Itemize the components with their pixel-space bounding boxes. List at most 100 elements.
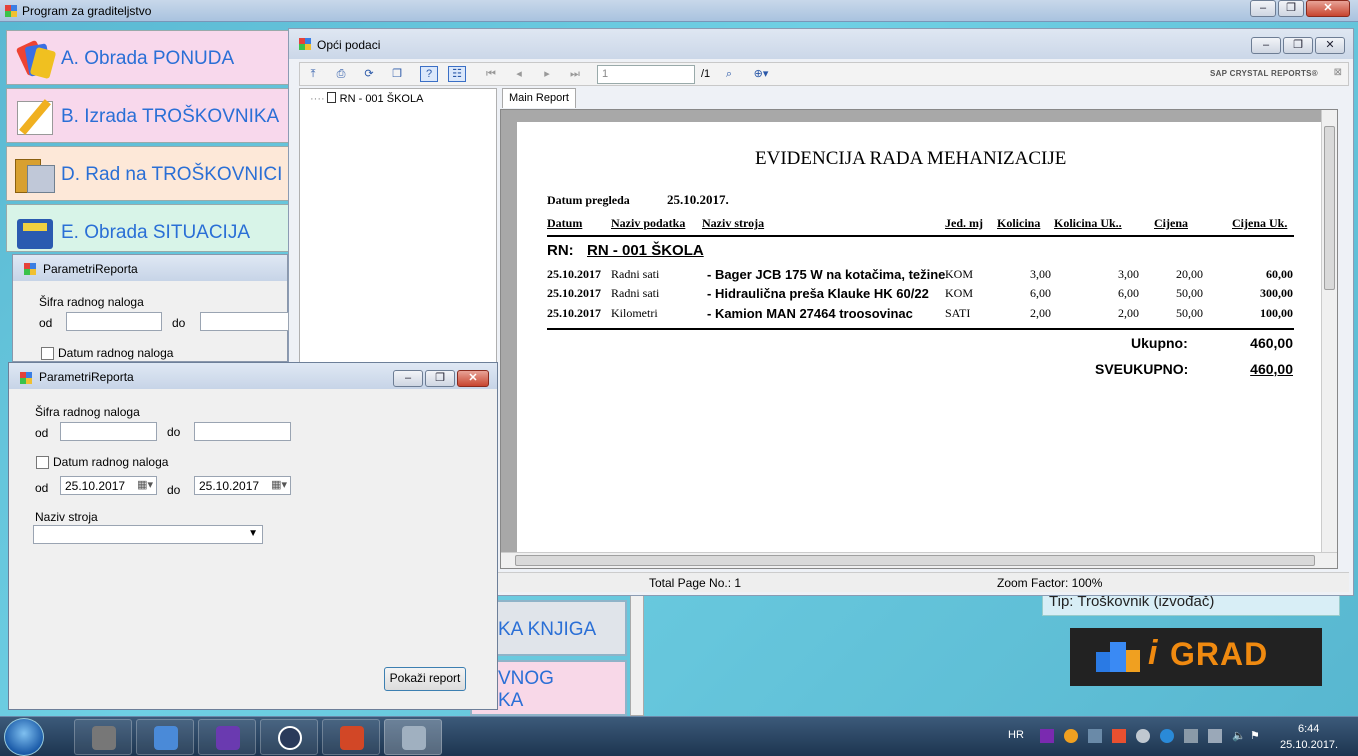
- close-tab-icon[interactable]: ⊠: [1334, 67, 1342, 78]
- datum-checkbox[interactable]: [41, 347, 54, 360]
- maximize-button[interactable]: ❐: [425, 370, 455, 387]
- menu-label: D. Rad na TROŠKOVNICI: [61, 164, 283, 185]
- folders-icon: [13, 153, 57, 197]
- sifra-do-input[interactable]: [194, 422, 291, 441]
- calendar-dropdown-icon[interactable]: ▦▾: [271, 478, 287, 491]
- naziv-stroja-select[interactable]: ▼: [33, 525, 263, 544]
- taskbar-app-6[interactable]: [384, 719, 442, 755]
- close-button[interactable]: ✕: [457, 370, 489, 387]
- col-datum: Datum: [547, 216, 583, 230]
- calculator-icon: [13, 211, 57, 255]
- prev-page-icon[interactable]: ◂: [510, 66, 528, 82]
- horizontal-scrollbar[interactable]: [501, 552, 1337, 568]
- page-total: /1: [701, 68, 711, 80]
- taskbar-visual-studio[interactable]: [198, 719, 256, 755]
- menu-label: VNOG: [498, 668, 554, 689]
- sveukupno-label: SVEUKUPNO:: [1095, 361, 1189, 377]
- do-label: do: [172, 316, 186, 330]
- last-page-icon[interactable]: ⏭: [566, 66, 584, 82]
- report-toolbar: ⤒ ⎙ ⟳ ❐ ? ☷ ⏮ ◂ ▸ ⏭ 1 /1 ⌕ ⊕▾ SAP CRYSTA…: [299, 62, 1349, 86]
- menu-label: E. Obrada SITUACIJA: [61, 222, 251, 243]
- close-button[interactable]: ✕: [1315, 37, 1345, 54]
- first-page-icon[interactable]: ⏮: [482, 66, 500, 82]
- binoculars-icon[interactable]: ⌕: [720, 66, 738, 82]
- clock-time[interactable]: 6:44: [1298, 723, 1319, 735]
- sifra-label: Šifra radnog naloga: [35, 405, 140, 419]
- help-icon[interactable]: ?: [420, 66, 438, 82]
- date-from-picker[interactable]: 25.10.2017 ▦▾: [60, 476, 157, 495]
- maximize-button[interactable]: ❐: [1283, 37, 1313, 54]
- tray-icon[interactable]: [1064, 729, 1078, 743]
- skype-icon[interactable]: [1160, 729, 1174, 743]
- menu-tile-troskovnik[interactable]: B. Izrada TROŠKOVNIKA: [6, 88, 290, 143]
- logo-i: i: [1148, 634, 1158, 672]
- param-window-back: ParametriReporta Šifra radnog naloga od …: [12, 254, 289, 362]
- cell-datum: 25.10.2017: [547, 306, 601, 320]
- language-indicator[interactable]: HR: [1008, 729, 1024, 741]
- scroll-thumb[interactable]: [1324, 126, 1335, 290]
- datum-checkbox[interactable]: [36, 456, 49, 469]
- vertical-scrollbar[interactable]: [1321, 110, 1337, 554]
- report-page: EVIDENCIJA RADA MEHANIZACIJE Datum pregl…: [517, 122, 1325, 554]
- network-icon[interactable]: [1208, 729, 1222, 743]
- close-button[interactable]: ✕: [1306, 0, 1350, 17]
- logo-text: GRAD: [1170, 636, 1269, 672]
- sifra-od-input[interactable]: [60, 422, 157, 441]
- minimize-button[interactable]: –: [1251, 37, 1281, 54]
- tray-icon[interactable]: [1184, 729, 1198, 743]
- group-tree-icon[interactable]: ☷: [448, 66, 466, 82]
- clock-date[interactable]: 25.10.2017.: [1280, 739, 1338, 751]
- sifra-od-input[interactable]: [66, 312, 162, 331]
- main-window-title: Program za graditeljstvo: [22, 4, 152, 18]
- date-to-picker[interactable]: 25.10.2017 ▦▾: [194, 476, 291, 495]
- cell-podatak: Radni sati: [611, 286, 660, 300]
- cell-jm: KOM: [945, 267, 974, 281]
- minimize-button[interactable]: –: [393, 370, 423, 387]
- cell-kol-uk: 6,00: [1118, 286, 1139, 300]
- scroll-thumb[interactable]: [515, 555, 1315, 566]
- taskbar-app-1[interactable]: [74, 719, 132, 755]
- onenote-icon[interactable]: [1040, 729, 1054, 743]
- copy-icon[interactable]: ❐: [388, 66, 406, 82]
- cell-stroj: - Kamion MAN 27464 troosovinac: [707, 306, 913, 321]
- taskbar-powerpoint[interactable]: [322, 719, 380, 755]
- menu-tile-ponuda[interactable]: A. Obrada PONUDA: [6, 30, 290, 85]
- print-icon[interactable]: ⎙: [332, 66, 350, 82]
- status-total-pages: Total Page No.: 1: [649, 576, 742, 590]
- col-jed-mj: Jed. mj: [945, 216, 983, 230]
- app-icon: [402, 726, 426, 750]
- maximize-button[interactable]: ❐: [1278, 0, 1304, 17]
- start-button[interactable]: [4, 718, 44, 756]
- refresh-icon[interactable]: ⟳: [360, 66, 378, 82]
- volume-icon[interactable]: 🔈: [1232, 729, 1246, 742]
- taskbar-app-4[interactable]: [260, 719, 318, 755]
- tiles-scrollbar[interactable]: [630, 590, 644, 716]
- sifra-do-input[interactable]: [200, 312, 289, 331]
- visual-studio-icon: [216, 726, 240, 750]
- tray-icon[interactable]: [1136, 729, 1150, 743]
- taskbar-app-2[interactable]: [136, 719, 194, 755]
- menu-tile-rad-troskovnici[interactable]: D. Rad na TROŠKOVNICI: [6, 146, 290, 201]
- cell-datum: 25.10.2017: [547, 286, 601, 300]
- param-title: ParametriReporta: [39, 370, 134, 384]
- ukupno-label: Ukupno:: [1131, 335, 1188, 351]
- export-icon[interactable]: ⤒: [304, 66, 322, 82]
- main-window-titlebar: Program za graditeljstvo – ❐ ✕: [0, 0, 1358, 22]
- tree-node[interactable]: ···· RN - 001 ŠKOLA: [310, 92, 423, 105]
- next-page-icon[interactable]: ▸: [538, 66, 556, 82]
- tray-icon[interactable]: [1112, 729, 1126, 743]
- tab-main-report[interactable]: Main Report: [502, 88, 576, 108]
- minimize-button[interactable]: –: [1250, 0, 1276, 17]
- naziv-stroja-label: Naziv stroja: [35, 510, 98, 524]
- flag-icon[interactable]: ⚑: [1250, 729, 1260, 742]
- cell-cijena-uk: 60,00: [1266, 267, 1293, 281]
- calendar-dropdown-icon[interactable]: ▦▾: [137, 478, 153, 491]
- page-number-input[interactable]: 1: [597, 65, 695, 84]
- cell-stroj: - Hidraulična preša Klauke HK 60/22: [707, 286, 929, 301]
- show-report-button[interactable]: Pokaži report: [384, 667, 466, 691]
- rn-value: RN - 001 ŠKOLA: [587, 242, 704, 259]
- zoom-icon[interactable]: ⊕▾: [746, 66, 776, 82]
- cell-cijena-uk: 300,00: [1260, 286, 1293, 300]
- menu-tile-situacija[interactable]: E. Obrada SITUACIJA: [6, 204, 290, 252]
- tray-icon[interactable]: [1088, 729, 1102, 743]
